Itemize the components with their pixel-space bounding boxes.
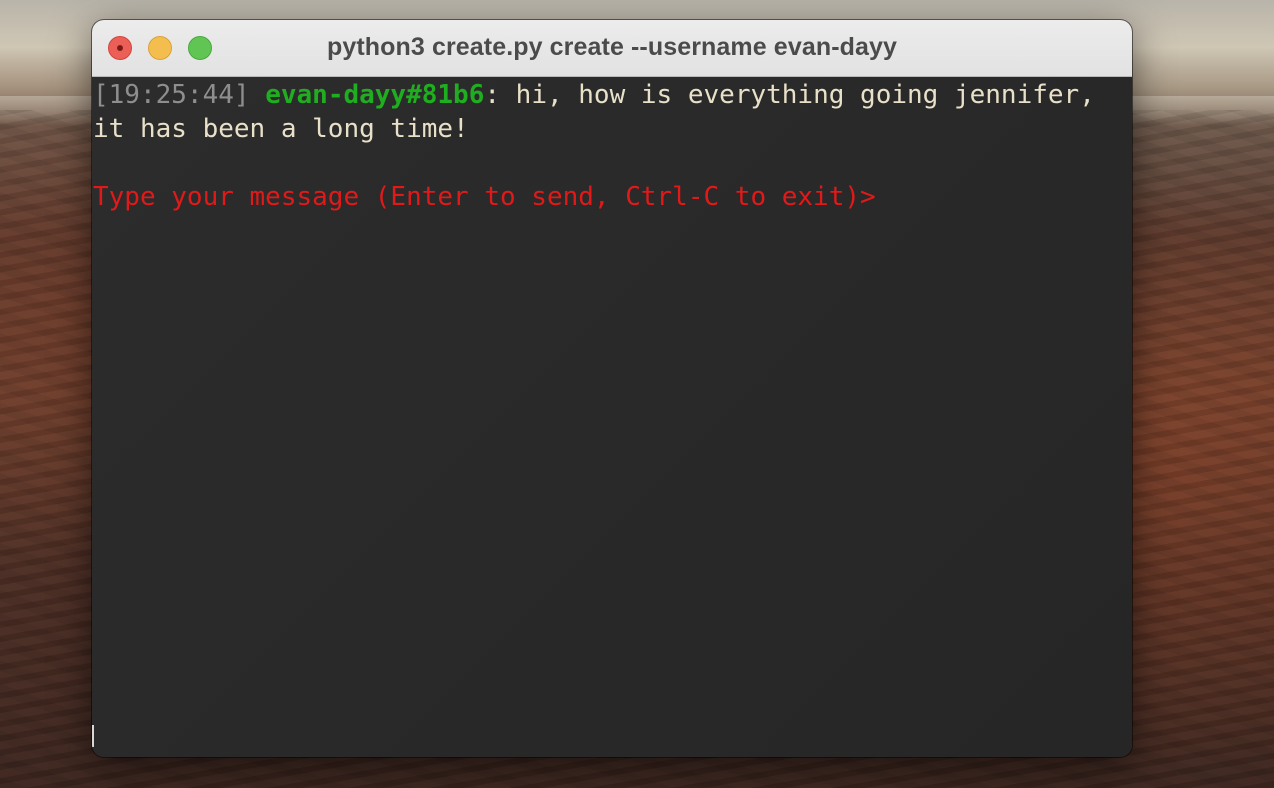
message-text-part-2: it has been a long time!	[93, 114, 469, 144]
terminal-output[interactable]: [19:25:44] evan-dayy#81b6: hi, how is ev…	[92, 77, 1132, 757]
title-bar[interactable]: python3 create.py create --username evan…	[92, 20, 1132, 77]
message-username: evan-dayy#81b6	[265, 80, 485, 110]
input-prompt: Type your message (Enter to send, Ctrl-C…	[93, 182, 876, 212]
chat-message-line-2: it has been a long time!	[93, 112, 1132, 146]
text-cursor	[92, 725, 94, 747]
message-text-part-1: hi, how is everything going jennifer,	[500, 80, 1095, 110]
message-timestamp: [19:25:44]	[93, 80, 250, 110]
input-prompt-line[interactable]: Type your message (Enter to send, Ctrl-C…	[93, 180, 1132, 214]
terminal-window[interactable]: python3 create.py create --username evan…	[92, 20, 1132, 757]
window-title: python3 create.py create --username evan…	[326, 33, 897, 61]
message-separator: :	[484, 80, 501, 110]
chat-message-line-1: [19:25:44] evan-dayy#81b6: hi, how is ev…	[93, 78, 1132, 112]
